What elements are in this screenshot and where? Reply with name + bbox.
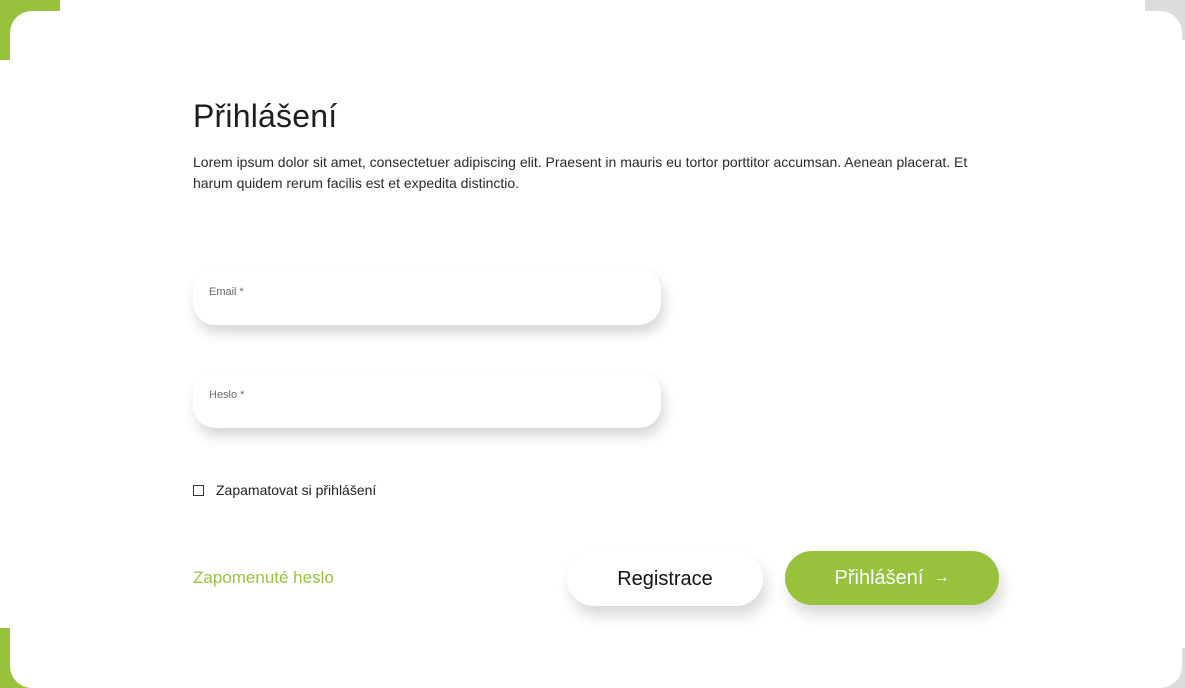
forgot-password-link[interactable]: Zapomenuté heslo	[193, 568, 334, 588]
register-button[interactable]: Registrace	[567, 552, 763, 606]
login-button-label: Přihlášení	[834, 566, 924, 589]
remember-me[interactable]: Zapamatovat si přihlášení	[193, 482, 376, 498]
remember-checkbox[interactable]	[193, 484, 204, 496]
password-label: Heslo *	[209, 389, 245, 401]
arrow-right-icon: →	[933, 569, 950, 586]
remember-label: Zapamatovat si přihlášení	[216, 482, 377, 498]
email-field[interactable]: Email *	[193, 268, 661, 325]
register-button-label: Registrace	[617, 567, 713, 590]
page-frame: Přihlášení Lorem ipsum dolor sit amet, c…	[0, 0, 1185, 688]
page-title: Přihlášení	[193, 98, 338, 134]
password-field[interactable]: Heslo *	[193, 371, 661, 428]
email-label: Email *	[209, 286, 244, 298]
login-button[interactable]: Přihlášení →	[785, 551, 999, 605]
email-input[interactable]	[207, 298, 647, 320]
intro-text: Lorem ipsum dolor sit amet, consectetuer…	[193, 154, 968, 191]
password-input[interactable]	[207, 401, 647, 423]
